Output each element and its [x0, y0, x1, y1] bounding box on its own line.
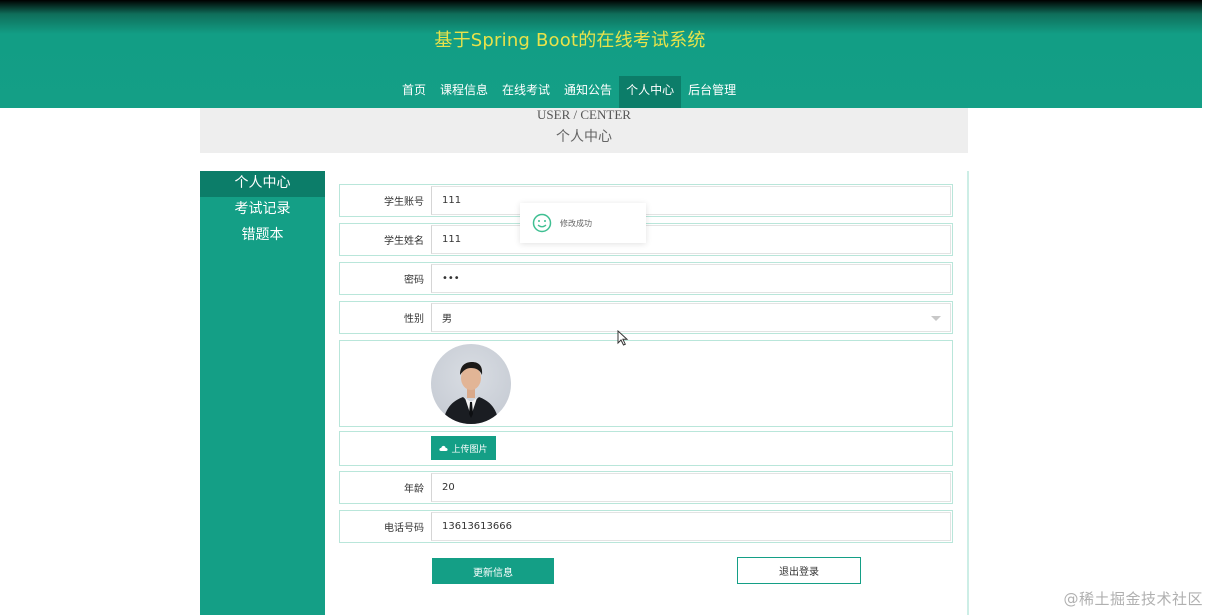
profile-form-panel: 学生账号 111 学生姓名 111 密码 ••• 性别 男 上传图片 年龄 20…: [339, 171, 969, 615]
form-row-age: 年龄 20: [339, 471, 953, 504]
form-row-password: 密码 •••: [339, 262, 953, 295]
nav-admin[interactable]: 后台管理: [681, 76, 743, 108]
student-no-label: 学生账号: [384, 197, 424, 208]
phone-input[interactable]: 13613613666: [431, 512, 951, 541]
logout-button[interactable]: 退出登录: [737, 557, 861, 584]
nav-course-info[interactable]: 课程信息: [433, 76, 495, 108]
avatar-person-icon: [443, 362, 499, 424]
top-nav: 首页 课程信息 在线考试 通知公告 个人中心 后台管理: [395, 76, 743, 108]
nav-personal-center[interactable]: 个人中心: [619, 76, 682, 108]
chevron-down-icon: [931, 315, 941, 321]
sidebar-item-exam-records[interactable]: 考试记录: [200, 197, 325, 223]
sidebar-item-personal-center[interactable]: 个人中心: [200, 171, 325, 197]
header-bar: 基于Spring Boot的在线考试系统 首页 课程信息 在线考试 通知公告 个…: [0, 0, 1202, 108]
password-label: 密码: [404, 275, 424, 286]
upload-button-label: 上传图片: [451, 444, 488, 455]
page-banner: USER / CENTER 个人中心: [200, 108, 968, 153]
gender-select[interactable]: 男: [431, 303, 951, 332]
student-name-label: 学生姓名: [384, 236, 424, 247]
password-input[interactable]: •••: [431, 264, 951, 293]
banner-en-title: USER / CENTER: [537, 107, 631, 122]
smile-icon: [532, 213, 552, 233]
nav-home[interactable]: 首页: [395, 76, 433, 108]
success-toast: 修改成功: [520, 203, 646, 243]
form-row-avatar: [339, 340, 953, 427]
banner-cn-title: 个人中心: [556, 129, 612, 145]
student-name-input[interactable]: 111: [431, 225, 951, 254]
sidebar: 个人中心 考试记录 错题本: [200, 171, 325, 615]
form-row-phone: 电话号码 13613613666: [339, 510, 953, 543]
form-row-student-no: 学生账号 111: [339, 184, 953, 217]
age-input[interactable]: 20: [431, 473, 951, 502]
age-label: 年龄: [404, 484, 424, 495]
mouse-cursor-icon: [617, 330, 629, 346]
upload-cloud-icon: [439, 445, 449, 451]
watermark-text: @稀土掘金技术社区: [1063, 590, 1203, 608]
sidebar-item-wrong-questions[interactable]: 错题本: [200, 223, 325, 249]
student-no-input[interactable]: 111: [431, 186, 951, 215]
gender-label: 性别: [404, 314, 424, 325]
form-row-student-name: 学生姓名 111: [339, 223, 953, 256]
nav-online-exam[interactable]: 在线考试: [495, 76, 557, 108]
phone-label: 电话号码: [384, 523, 424, 534]
upload-image-button[interactable]: 上传图片: [431, 436, 496, 460]
site-title: 基于Spring Boot的在线考试系统: [434, 30, 706, 51]
toast-message: 修改成功: [560, 218, 592, 228]
avatar: [431, 344, 511, 424]
form-row-gender: 性别 男: [339, 301, 953, 334]
nav-notice[interactable]: 通知公告: [557, 76, 619, 108]
update-info-button[interactable]: 更新信息: [432, 558, 554, 584]
gender-value: 男: [442, 314, 452, 325]
form-row-upload: 上传图片: [339, 431, 953, 466]
